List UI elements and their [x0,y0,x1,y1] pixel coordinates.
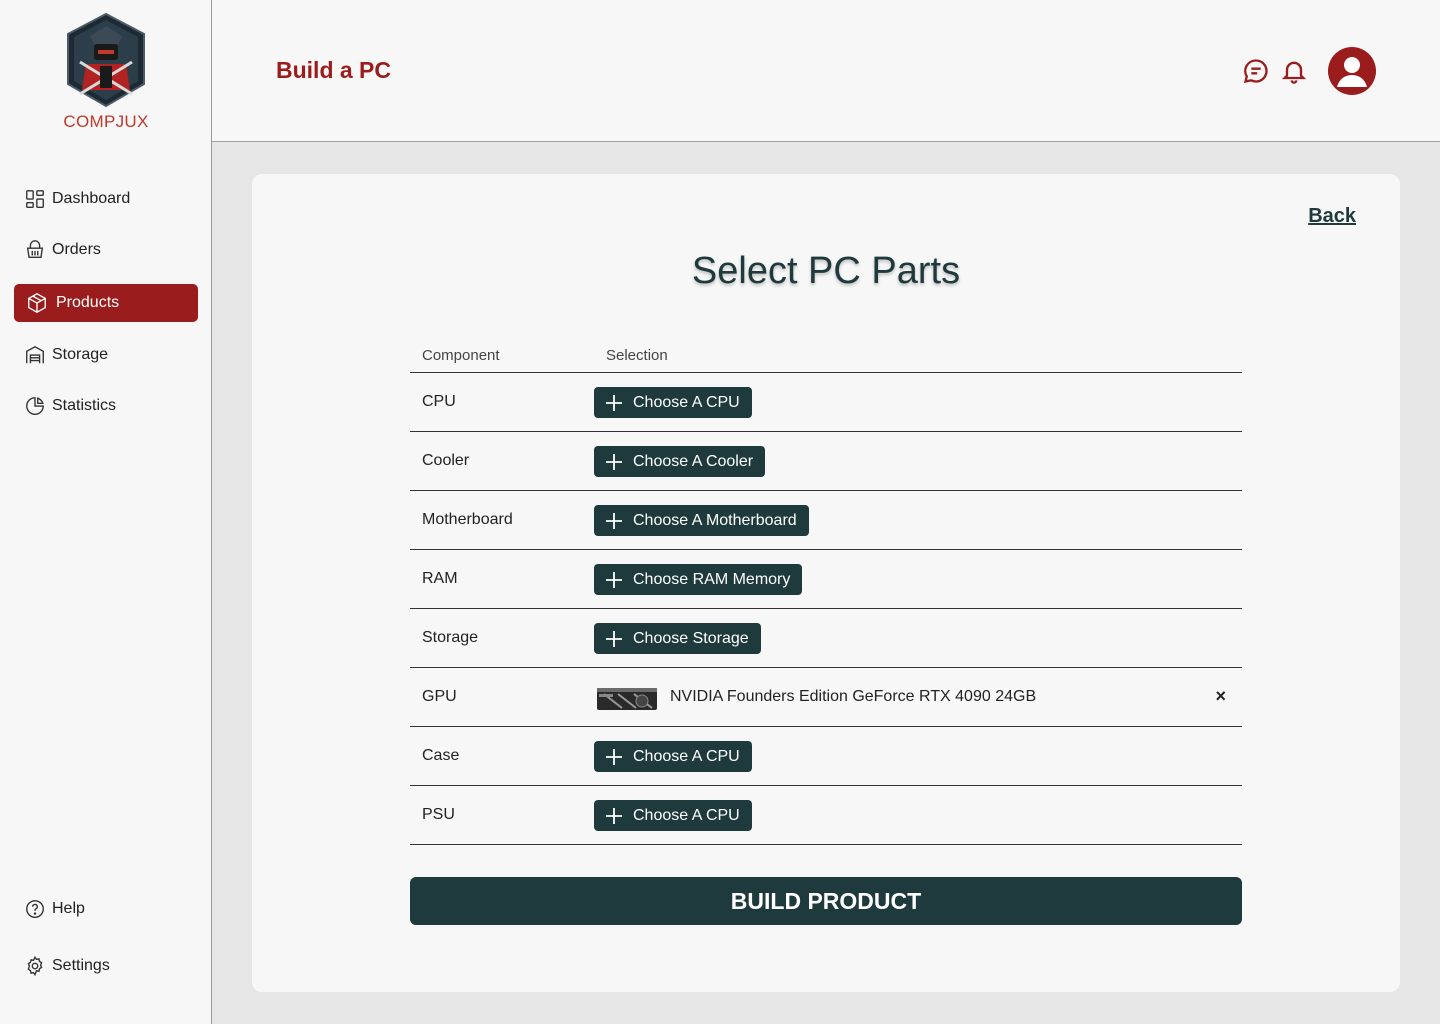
table-row: Cooler Choose A Cooler [410,432,1242,491]
sidebar-item-label: Storage [52,346,109,363]
plus-icon [606,748,622,765]
brand-name: COMPJUX [63,112,149,131]
button-label: Choose A CPU [633,393,740,411]
sidebar-item-storage[interactable]: Storage [14,336,198,374]
sidebar-item-settings[interactable]: Settings [14,947,198,985]
button-label: Choose A CPU [633,806,740,824]
plus-icon [606,512,622,529]
selected-gpu-name: NVIDIA Founders Edition GeForce RTX 4090… [670,688,1037,705]
back-link[interactable]: Back [1308,205,1356,228]
choose-psu-button[interactable]: Choose A CPU [594,800,752,831]
help-icon [26,900,44,918]
plus-icon [606,394,622,411]
card-title: Select PC Parts [691,250,961,292]
basket-icon [26,240,44,259]
select-parts-card: Back Select PC Parts Component Selection… [252,174,1400,992]
dashboard-icon [26,190,44,208]
sidebar-item-label: Dashboard [52,190,131,207]
table-header: Component Selection [410,340,1242,373]
bell-icon[interactable] [1280,57,1308,85]
component-label: Case [422,747,460,764]
gear-icon [27,955,43,977]
table-row: CPU Choose A CPU [410,373,1242,432]
table-row: Motherboard Choose A Motherboard [410,491,1242,550]
component-label: GPU [422,688,457,705]
component-label: RAM [422,570,458,587]
button-label: Choose A Motherboard [633,511,797,529]
sidebar-item-help[interactable]: Help [14,890,198,928]
choose-storage-button[interactable]: Choose Storage [594,623,761,654]
component-label: Motherboard [422,511,513,528]
top-header: Build a PC [212,0,1440,142]
component-label: PSU [422,806,455,823]
button-label: Choose RAM Memory [633,570,791,588]
choose-motherboard-button[interactable]: Choose A Motherboard [594,505,809,536]
sidebar-item-products[interactable]: Products [14,284,198,322]
choose-case-button[interactable]: Choose A CPU [594,741,752,772]
chat-icon[interactable] [1242,57,1270,85]
table-row: RAM Choose RAM Memory [410,550,1242,609]
parts-table: Component Selection CPU Choose A CPU Coo… [410,340,1242,845]
user-avatar[interactable] [1328,47,1376,95]
user-avatar-icon [1337,57,1367,87]
box-icon [28,293,46,313]
button-label: Choose Storage [633,629,749,647]
page-title: Build a PC [276,57,392,83]
component-label: Storage [422,629,479,646]
table-row: PSU Choose A CPU [410,786,1242,845]
sidebar-item-label: Help [52,900,85,917]
sidebar-item-orders[interactable]: Orders [14,231,198,269]
sidebar: COMPJUX Dashboard Orders Products Storag… [0,0,212,1024]
plus-icon [606,630,622,647]
table-row: GPU NVIDIA Founders Edition GeForce RTX … [410,668,1242,727]
component-label: CPU [422,393,456,410]
plus-icon [606,807,622,824]
plus-icon [606,571,622,588]
sidebar-item-label: Statistics [52,397,117,414]
sidebar-item-label: Orders [52,241,101,258]
column-header-selection: Selection [606,347,668,364]
button-label: Choose A CPU [633,747,740,765]
button-label: Choose A Cooler [633,452,754,470]
build-product-button[interactable]: BUILD PRODUCT [410,877,1242,925]
pie-chart-icon [26,397,44,415]
remove-gpu-button[interactable]: × [1215,686,1226,707]
choose-ram-button[interactable]: Choose RAM Memory [594,564,803,595]
plus-icon [606,453,622,470]
sidebar-item-label: Products [56,294,120,311]
component-label: Cooler [422,452,470,469]
gpu-thumbnail [597,688,657,710]
table-row: Storage Choose Storage [410,609,1242,668]
table-row: Case Choose A CPU [410,727,1242,786]
compjux-logo [67,12,145,108]
sidebar-item-dashboard[interactable]: Dashboard [14,180,198,218]
sidebar-item-label: Settings [52,957,110,974]
sidebar-item-statistics[interactable]: Statistics [14,387,198,425]
warehouse-icon [26,345,44,364]
column-header-component: Component [422,347,500,364]
choose-cooler-button[interactable]: Choose A Cooler [594,446,766,477]
choose-cpu-button[interactable]: Choose A CPU [594,387,752,418]
